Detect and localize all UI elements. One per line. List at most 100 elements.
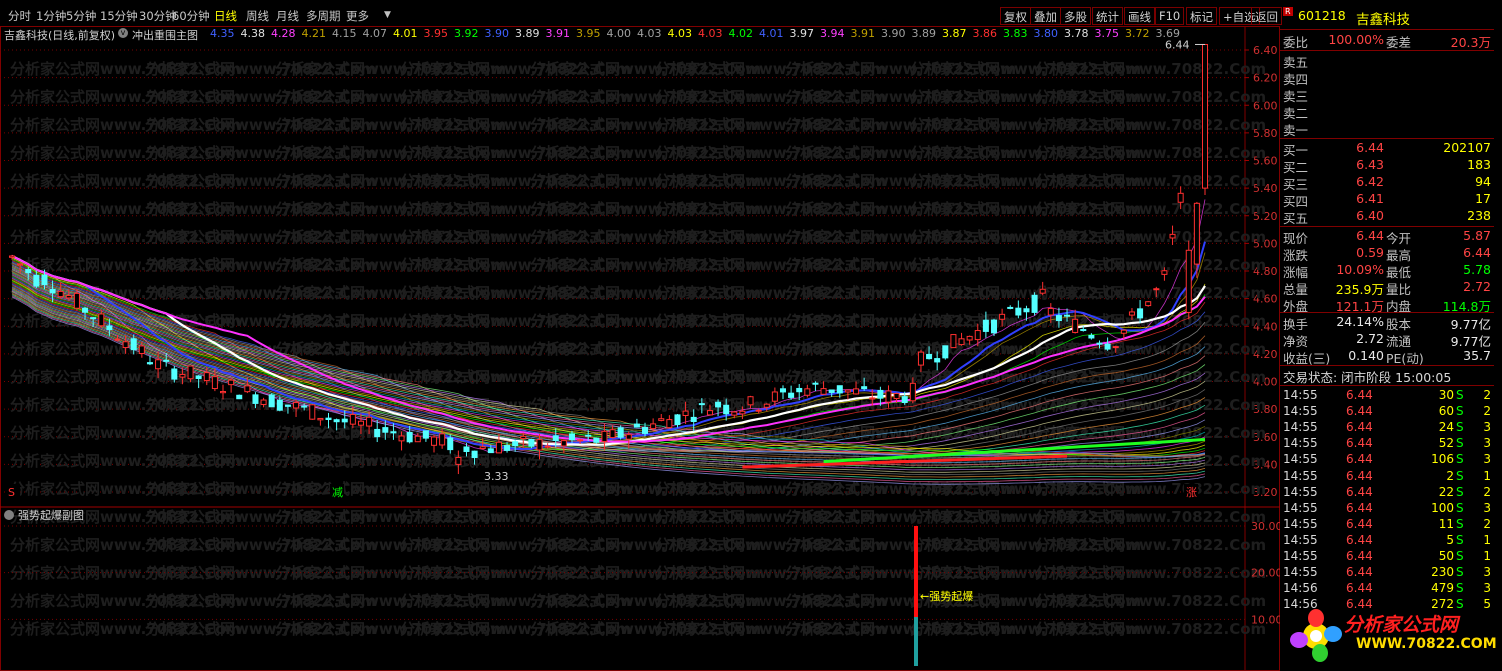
candle-body [65,295,72,299]
low-price-label: 3.33 [484,470,509,483]
panel-divider [1280,365,1494,366]
tick-side: S [1456,484,1464,499]
candle-body [885,390,892,403]
toolbar-action-3[interactable]: 统计 [1092,7,1123,25]
candle-body [366,416,373,427]
candle-body [471,450,478,458]
period-tab-8[interactable]: 月线 [276,8,299,24]
period-tab-10[interactable]: 更多 [346,8,369,24]
candle-body [276,399,283,411]
candle-body [1128,311,1135,316]
toolbar-action-0[interactable]: 复权 [1000,7,1031,25]
chevron-down-icon[interactable]: v [118,28,128,38]
sub-chevron-icon[interactable] [4,510,14,520]
weibi-value: 100.00% [1328,32,1384,47]
panel-divider [1280,138,1494,139]
candle-body [114,338,121,341]
period-tab-7[interactable]: 周线 [246,8,269,24]
period-more-chevron-icon[interactable]: ▼ [384,10,391,20]
candle-body [625,434,632,440]
candle-body [893,392,900,400]
candle-body [1177,192,1184,203]
watermark-text: 分析家公式网www.70822.Com [1035,172,1266,190]
ma-value-strip: 4.35 4.38 4.28 4.21 4.15 4.07 4.01 3.95 3.92 3.90… [210,27,1186,40]
candle-body [836,385,843,394]
tick-time: 14:55 [1283,500,1318,515]
period-tab-2[interactable]: 5分钟 [66,8,96,24]
candle-body [1088,334,1095,339]
tick-time: 14:55 [1283,549,1318,563]
candle-body [788,392,795,398]
trade-status-row: 交易状态: 闭市阶段 15:00:05 [1280,367,1494,385]
candle-body [715,401,722,408]
tick-volume: 5 [1446,532,1454,547]
candle-body [844,389,851,393]
tick-volume: 230 [1431,565,1454,580]
candle-body [1193,202,1200,265]
candle-body [974,330,981,341]
candle-body [804,388,811,396]
toolbar-action-8[interactable]: 返回 [1251,7,1282,25]
candle-body [122,341,129,349]
ma-value: 3.91 [850,27,876,40]
stat-value-2: 5.78 [1463,262,1491,277]
candle-body [568,433,575,441]
ma-value: 4.03 [637,27,662,40]
toolbar-action-1[interactable]: 叠加 [1030,7,1061,25]
signal-marker: 减 [332,486,343,499]
toolbar-action-6[interactable]: 标记 [1186,7,1217,25]
ma-value: 3.78 [1064,27,1089,40]
tick-row: 14:55 6.44 52 S 3 [1280,436,1494,452]
buy-volume: 238 [1467,208,1491,223]
tick-side: S [1456,468,1464,483]
chart-area[interactable]: 6.406.206.005.805.605.405.205.004.804.60… [0,26,1280,671]
buy-volume: 183 [1467,157,1491,172]
candle-body [374,428,381,438]
toolbar-action-4[interactable]: 画线 [1124,7,1155,25]
buy-volume: 202107 [1443,140,1491,155]
candle-body [544,445,551,448]
logo-icon [1290,609,1342,662]
candle-body [439,433,446,446]
tick-side: S [1456,420,1464,435]
quote-title: R 601218 吉鑫科技 [1280,7,1494,28]
fund-value: 2.72 [1356,331,1384,346]
tick-count: 3 [1483,500,1491,515]
ma-value: 3.87 [942,27,967,40]
sell-level: 卖一 [1280,120,1494,138]
period-tab-3[interactable]: 15分钟 [100,8,138,24]
period-tab-9[interactable]: 多周期 [306,8,341,24]
candle-body [869,397,876,400]
weicha-label: 委差 [1386,35,1412,50]
period-tab-1[interactable]: 1分钟 [36,8,66,24]
tick-price: 6.44 [1346,532,1373,547]
buy-label: 买五 [1283,211,1309,226]
candle-body [771,391,778,402]
candle-body [228,379,235,386]
toolbar-action-5[interactable]: F10 [1155,7,1185,25]
toolbar-action-2[interactable]: 多股 [1060,7,1091,25]
candle-body [698,403,705,406]
watermark-text: 分析家公式网www.70822.Com [1035,60,1266,78]
period-tab-6[interactable]: 日线 [214,8,237,24]
candle-body [942,345,949,359]
buy-level: 买五 6.40 238 [1280,208,1494,226]
ma-value: 3.94 [820,27,845,40]
candle-body [1023,308,1030,313]
stat-value: 6.44 [1356,228,1384,243]
candle-body [414,435,421,443]
main-indicator-name[interactable]: 冲出重围主图 [132,27,198,42]
buy-price: 6.40 [1356,208,1384,223]
ma-value: 3.91 [545,27,571,40]
period-tab-5[interactable]: 60分钟 [172,8,210,24]
buy-price: 6.42 [1356,174,1384,189]
candle-body [171,368,178,380]
candle-body [390,431,397,434]
tick-side: S [1456,549,1464,563]
fund-row: 净资 2.72 流通 9.77亿 [1280,331,1494,349]
tick-volume: 11 [1438,516,1454,531]
candle-body [512,441,519,447]
period-tab-0[interactable]: 分时 [8,8,31,24]
period-tab-4[interactable]: 30分钟 [139,8,177,24]
sub-indicator-name[interactable]: 强势起爆副图 [18,508,84,522]
